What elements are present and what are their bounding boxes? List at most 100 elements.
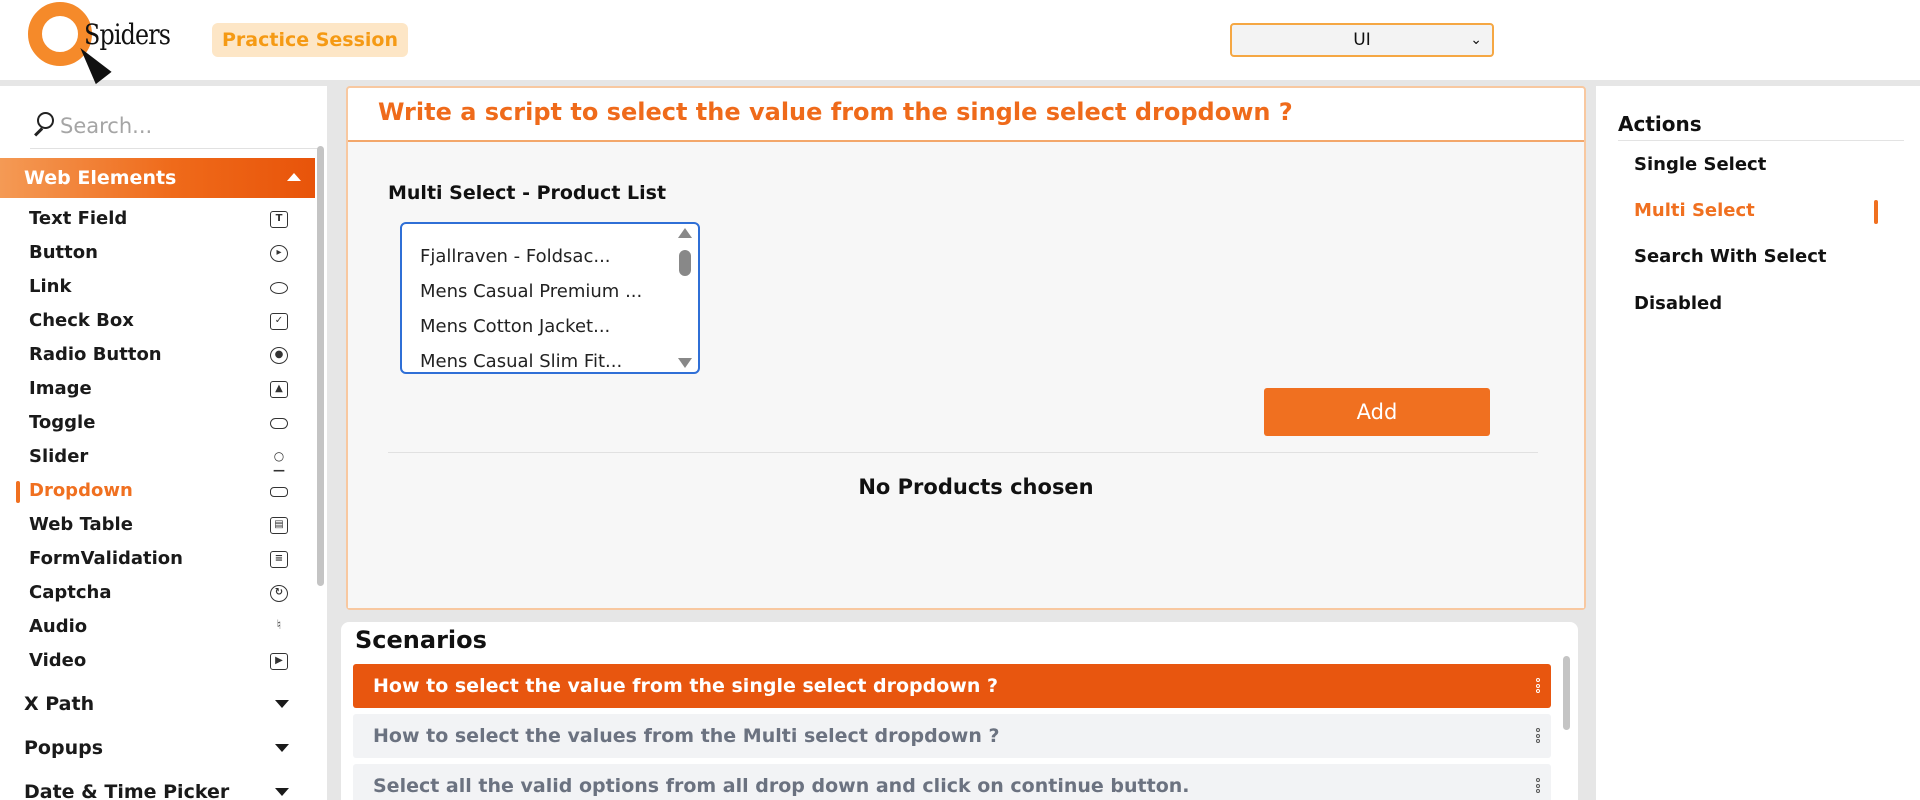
scenario-label: Select all the valid options from all dr…	[373, 775, 1190, 797]
section-web-elements[interactable]: Web Elements	[0, 158, 315, 198]
sidebar-search	[26, 106, 320, 149]
sidebar-item-dropdown[interactable]: Dropdown	[0, 476, 315, 506]
scenarios-scrollbar[interactable]	[1563, 656, 1570, 730]
empty-products-message: No Products chosen	[858, 475, 1094, 499]
left-sidebar: Web Elements Text Field T Button ▸ Link …	[0, 86, 327, 800]
qspiders-logo[interactable]: Spiders	[26, 0, 171, 85]
sidebar-item-button[interactable]: Button ▸	[0, 238, 315, 268]
scenario-label: How to select the values from the Multi …	[373, 725, 1000, 747]
sidebar-item-label: Video	[29, 650, 87, 671]
sidebar-item-link[interactable]: Link	[0, 272, 315, 302]
add-button[interactable]: Add	[1264, 388, 1490, 436]
link-icon	[270, 282, 288, 294]
scenario-label: How to select the value from the single …	[373, 675, 999, 697]
sidebar-item-form-validation[interactable]: FormValidation ≡	[0, 544, 315, 574]
sidebar-item-label: Image	[29, 378, 92, 399]
divider	[388, 452, 1538, 453]
toggle-icon	[270, 418, 288, 429]
actions-panel: Actions Single Select Multi Select Searc…	[1596, 86, 1920, 800]
caret-up-icon	[287, 173, 301, 181]
caret-down-icon	[275, 744, 289, 752]
video-icon: ▶	[270, 653, 288, 670]
list-option[interactable]: Mens Cotton Jacket...	[420, 316, 610, 337]
section-label: Date & Time Picker	[24, 781, 230, 800]
sidebar-item-audio[interactable]: Audio ♮	[0, 612, 315, 642]
table-icon: ▤	[270, 517, 288, 534]
list-option[interactable]: Mens Casual Premium ...	[420, 281, 642, 302]
section-label: Popups	[24, 737, 104, 759]
actions-title: Actions	[1618, 112, 1702, 136]
scroll-down-arrow-icon[interactable]	[678, 358, 692, 368]
action-search-with-select[interactable]: Search With Select	[1634, 246, 1826, 267]
section-label: Web Elements	[24, 167, 177, 189]
sidebar-item-label: Web Table	[29, 514, 133, 535]
section-label: X Path	[24, 693, 95, 715]
sidebar-item-toggle[interactable]: Toggle	[0, 408, 315, 438]
kebab-menu-icon[interactable]	[1535, 778, 1541, 796]
sidebar-item-web-table[interactable]: Web Table ▤	[0, 510, 315, 540]
caret-down-icon	[275, 700, 289, 708]
scenario-row[interactable]: How to select the values from the Multi …	[353, 714, 1551, 758]
image-icon: ▲	[270, 381, 288, 398]
captcha-icon: ↻	[270, 585, 288, 602]
sidebar-item-label: Button	[29, 242, 98, 263]
checkbox-icon: ✓	[270, 313, 288, 330]
list-option[interactable]: Mens Casual Slim Fit...	[420, 351, 622, 372]
caret-down-icon	[275, 788, 289, 796]
sidebar-item-label: Audio	[29, 616, 88, 637]
slider-icon: ○—	[273, 449, 285, 477]
actions-divider	[1618, 140, 1904, 141]
sidebar-item-radio-button[interactable]: Radio Button ●	[0, 340, 315, 370]
product-list-label: Multi Select - Product List	[388, 182, 667, 204]
search-icon	[30, 112, 54, 137]
sidebar-item-label: Captcha	[29, 582, 112, 603]
scroll-up-arrow-icon[interactable]	[678, 228, 692, 238]
chevron-down-icon: ⌄	[1470, 32, 1482, 48]
sidebar-item-slider[interactable]: Slider ○—	[0, 442, 315, 477]
sidebar-item-label: Text Field	[29, 208, 128, 229]
sidebar-scrollbar[interactable]	[317, 146, 324, 586]
section-popups[interactable]: Popups	[0, 730, 315, 766]
text-field-icon: T	[270, 211, 288, 228]
scenario-row[interactable]: Select all the valid options from all dr…	[353, 764, 1551, 800]
mode-select-value: UI	[1353, 30, 1371, 50]
sidebar-item-captcha[interactable]: Captcha ↻	[0, 578, 315, 608]
sidebar-item-label: Radio Button	[29, 344, 162, 365]
sidebar-item-label: Toggle	[29, 412, 96, 433]
section-x-path[interactable]: X Path	[0, 686, 315, 722]
top-header: Spiders Practice Session UI ⌄	[0, 0, 1920, 85]
practice-session-badge[interactable]: Practice Session	[212, 23, 408, 57]
question-title: Write a script to select the value from …	[378, 98, 1293, 126]
action-multi-select[interactable]: Multi Select	[1634, 200, 1755, 221]
sidebar-item-label: FormValidation	[29, 548, 183, 569]
sidebar-item-label: Dropdown	[29, 480, 133, 501]
sidebar-item-label: Check Box	[29, 310, 134, 331]
action-disabled[interactable]: Disabled	[1634, 293, 1722, 314]
sidebar-item-text-field[interactable]: Text Field T	[0, 204, 315, 234]
question-card: Write a script to select the value from …	[346, 86, 1586, 610]
active-indicator	[16, 481, 20, 503]
active-indicator	[1874, 200, 1878, 224]
scenario-row[interactable]: How to select the value from the single …	[353, 664, 1551, 708]
sidebar-item-label: Link	[29, 276, 72, 297]
scenarios-panel: Scenarios How to select the value from t…	[341, 622, 1578, 800]
list-option[interactable]: Fjallraven - Foldsac...	[420, 246, 611, 267]
action-single-select[interactable]: Single Select	[1634, 154, 1766, 175]
sidebar-item-image[interactable]: Image ▲	[0, 374, 315, 404]
search-input[interactable]	[60, 110, 300, 142]
form-icon: ≡	[270, 551, 288, 568]
logo-text: Spiders	[84, 18, 171, 51]
product-multi-select[interactable]: Fjallraven - Foldsac... Mens Casual Prem…	[400, 222, 700, 374]
sidebar-item-video[interactable]: Video ▶	[0, 646, 315, 676]
exercise-panel: Multi Select - Product List Fjallraven -…	[348, 142, 1584, 608]
radio-icon: ●	[270, 347, 288, 364]
mode-select[interactable]: UI ⌄	[1230, 23, 1494, 57]
scenarios-title: Scenarios	[355, 626, 487, 654]
kebab-menu-icon[interactable]	[1535, 678, 1541, 696]
section-date-time-picker[interactable]: Date & Time Picker	[0, 774, 315, 800]
kebab-menu-icon[interactable]	[1535, 728, 1541, 746]
sidebar-item-check-box[interactable]: Check Box ✓	[0, 306, 315, 336]
dropdown-icon	[270, 487, 288, 497]
sidebar-item-label: Slider	[29, 446, 89, 467]
listbox-scroll-thumb[interactable]	[679, 250, 691, 276]
